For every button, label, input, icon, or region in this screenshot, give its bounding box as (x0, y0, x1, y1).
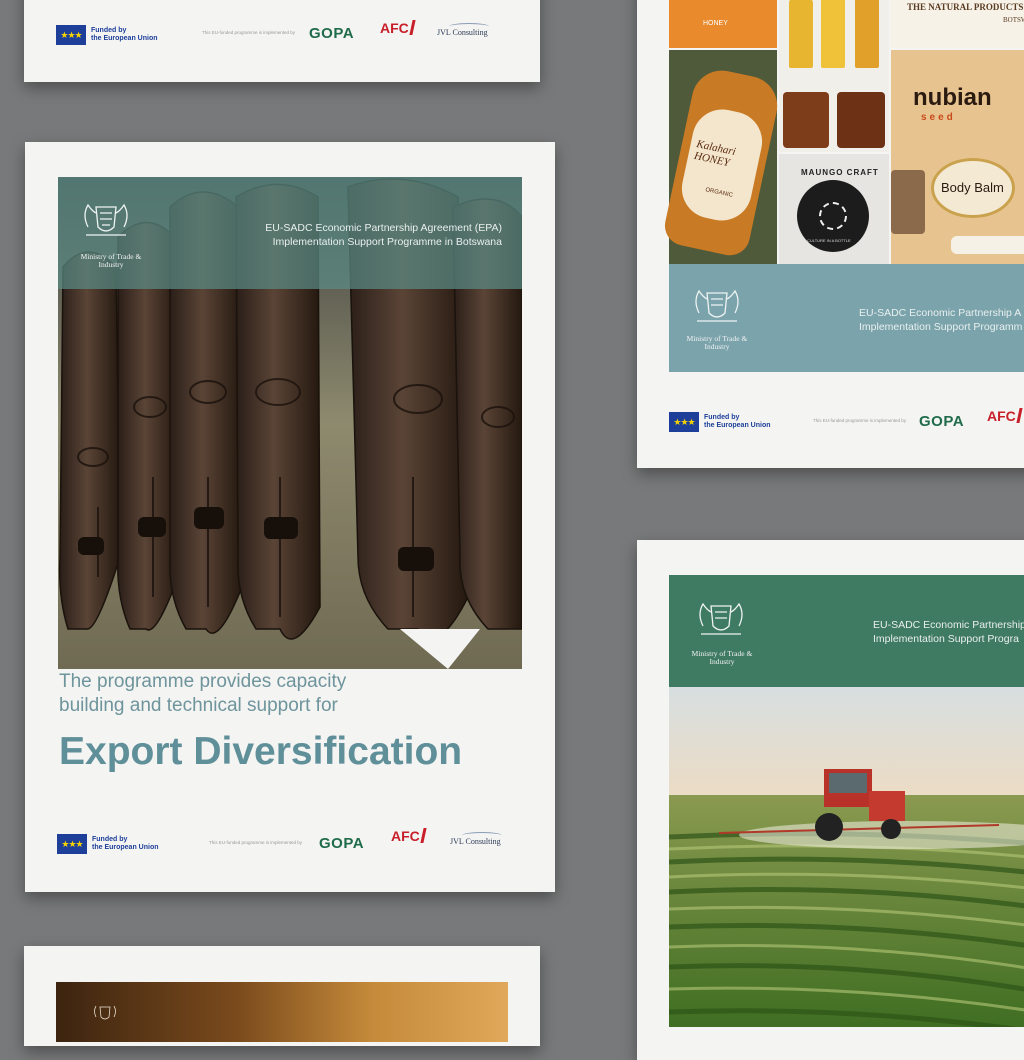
epa-programme-title: EU-SADC Economic Partnership Implementat… (873, 619, 1024, 645)
kalahari-honey-photo: Kalahari HONEY ORGANIC (661, 50, 783, 264)
brochure-products: HONEY THE NATURAL PRODUCTS BOTSWANA Kala… (637, 0, 1024, 468)
implemented-by-text: This EU-funded programme is implemented … (813, 418, 907, 423)
implemented-by-text: This EU-funded programme is implemented … (209, 840, 303, 845)
notch-shape (400, 629, 480, 669)
ministry-label: Ministry of Trade & Industry (686, 334, 748, 351)
maungo-craft-tile: MAUNGO CRAFT CULTURE IN A BOTTLE (779, 154, 889, 264)
cover-headline: Export Diversification (59, 730, 463, 773)
botswana-crest-icon (94, 1005, 116, 1020)
botswana-crest-icon (695, 289, 739, 322)
maungo-label: MAUNGO CRAFT (801, 168, 879, 177)
brochure-export-diversification: Ministry of Trade & Industry EU-SADC Eco… (25, 142, 555, 892)
afc-logo: AFC (380, 20, 416, 35)
epa-programme-title: EU-SADC Economic Partnership A Implement… (859, 307, 1023, 333)
epa-programme-title: EU-SADC Economic Partnership Agreement (… (265, 222, 502, 248)
gopa-logo: GOPA (319, 835, 365, 852)
jvl-consulting-logo: JVL Consulting (437, 23, 540, 37)
honey-label-tile: HONEY (669, 0, 777, 48)
gopa-logo: GOPA (919, 413, 965, 430)
botswana-crest-icon (699, 602, 743, 635)
eu-flag-icon: ★★★ (669, 412, 699, 432)
afc-logo: AFC (391, 828, 427, 843)
botswana-crest-icon (84, 203, 128, 236)
brochure-agriculture: Ministry of Trade & Industry EU-SADC Eco… (637, 540, 1024, 1060)
ministry-label: Ministry of Trade & Industry (691, 649, 753, 666)
bottles-tile (779, 0, 889, 152)
body-balm-label: Body Balm (941, 180, 1004, 195)
eu-funded-logo: ★★★ Funded by the European Union (669, 412, 771, 432)
nubian-logo: nubian (913, 84, 992, 111)
gopa-logo: GOPA (309, 25, 355, 42)
eu-funded-logo: ★★★ Funded by the European Union (57, 834, 159, 854)
jvl-consulting-logo: JVL Consulting (450, 832, 555, 846)
brochure-bottom-left (24, 946, 540, 1046)
honey-badge: HONEY (703, 20, 728, 27)
wooden-masks-photo (58, 177, 522, 669)
nubian-body-balm-tile: nubian seed Body Balm (891, 50, 1024, 264)
afc-logo: AFC (987, 408, 1023, 423)
natural-products-header: THE NATURAL PRODUCTS BOTSWANA (891, 0, 1024, 48)
cover-subtitle: The programme provides capacity building… (59, 671, 347, 716)
brochure-top-left: ★★★ Funded by the European Union This EU… (24, 0, 540, 82)
implemented-by-text: This EU-funded programme is implemented … (202, 30, 296, 35)
eu-funded-logo: ★★★ Funded by the European Union (56, 25, 158, 45)
eu-flag-icon: ★★★ (56, 25, 86, 45)
eu-flag-icon: ★★★ (57, 834, 87, 854)
tractor-field-photo (669, 687, 1024, 1027)
ministry-label: Ministry of Trade & Industry (80, 252, 142, 269)
